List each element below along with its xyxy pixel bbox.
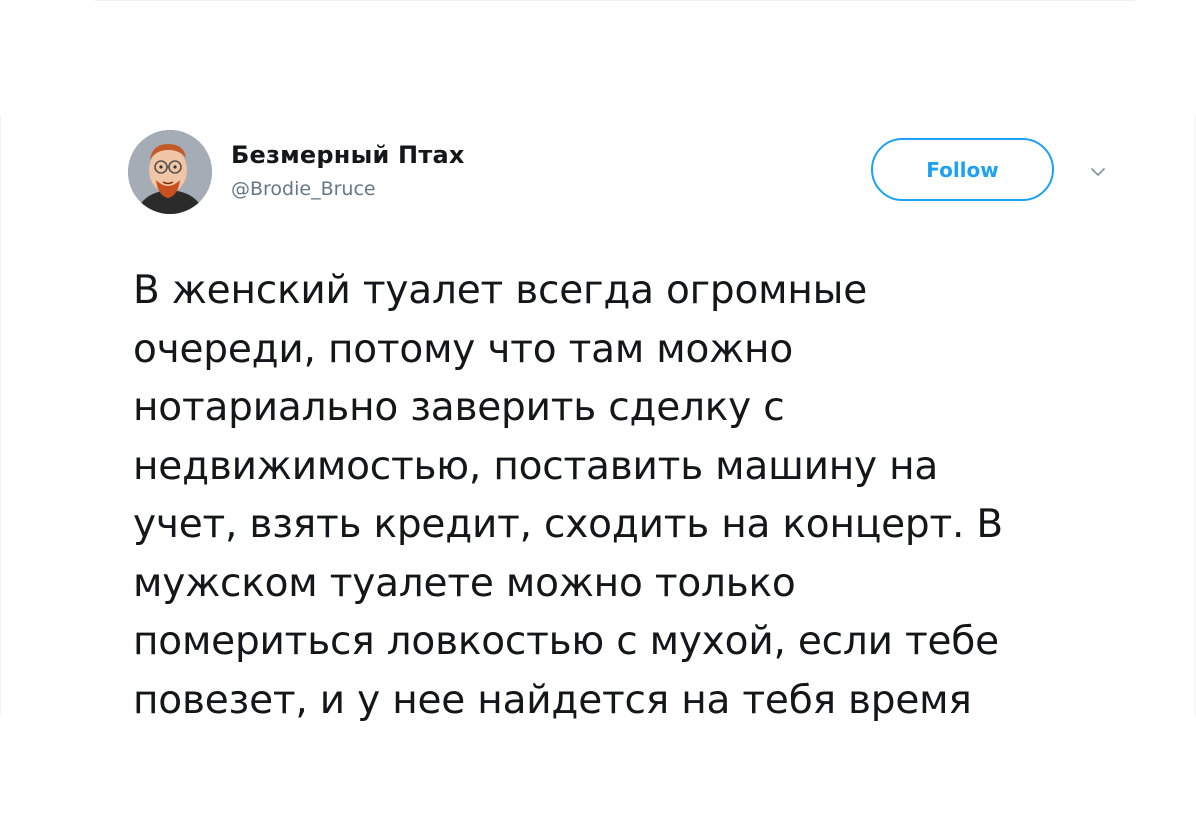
- avatar[interactable]: [128, 130, 212, 214]
- tweet-text-line: помериться ловкостью с мухой, если тебе: [133, 619, 999, 664]
- top-divider: [95, 0, 1135, 1]
- tweet-text-line: очереди, потому что там можно: [133, 326, 794, 372]
- tweet-text-line: недвижимостью, поставить машину на: [133, 443, 939, 489]
- tweet-text-line: В женский туалет всегда огромные: [133, 268, 868, 313]
- author-display-name[interactable]: Безмерный Птах: [231, 141, 465, 169]
- tweet-text-line: учет, взять кредит, сходить на концерт. …: [133, 502, 1003, 547]
- cartoon-avatar-icon: [128, 130, 212, 214]
- tweet-text-line: повезет, и у нее найдется на тебя время: [133, 677, 972, 723]
- tweet-text-line: нотариально заверить сделку с: [133, 385, 785, 430]
- follow-button[interactable]: Follow: [871, 138, 1054, 201]
- tweet-text-line: мужском туалете можно только: [133, 560, 796, 606]
- chevron-down-icon[interactable]: [1086, 160, 1110, 184]
- left-border: [0, 115, 1, 715]
- author-handle[interactable]: @Brodie_Bruce: [231, 178, 376, 200]
- follow-button-label: Follow: [926, 157, 999, 182]
- tweet-text: В женский туалет всегда огромные очереди…: [133, 262, 1093, 730]
